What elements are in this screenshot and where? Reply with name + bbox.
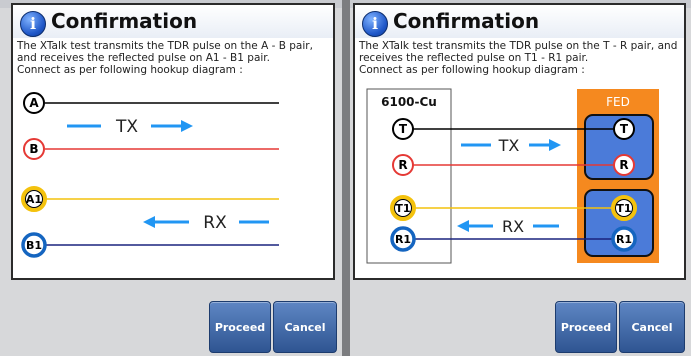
fed-label-r1: R1 <box>616 233 632 246</box>
proceed-button[interactable]: Proceed <box>555 301 617 353</box>
device-6100cu-label: 6100-Cu <box>381 95 437 109</box>
fed-label-t1: T1 <box>616 202 631 215</box>
label-b1: B1 <box>26 239 42 252</box>
info-icon: i <box>20 11 46 37</box>
rx-label: RX <box>502 217 524 236</box>
tx-arrow-head <box>181 120 193 132</box>
dialog-title: Confirmation <box>393 9 540 33</box>
left-panel: i Confirmation The XTalk test transmits … <box>0 0 342 356</box>
cancel-button[interactable]: Cancel <box>619 301 685 353</box>
tx-label: TX <box>115 117 138 137</box>
hookup-diagram: 6100-Cu FED T R T1 R1 T R T1 R1 TX RX <box>359 87 680 269</box>
dialog-header: i Confirmation <box>13 5 333 38</box>
fed-label-r: R <box>619 158 628 172</box>
dialog-body: The XTalk test transmits the TDR pulse o… <box>359 40 680 76</box>
dialog-instruction: Connect as per following hookup diagram … <box>359 64 585 76</box>
proceed-button[interactable]: Proceed <box>209 301 271 353</box>
fed-label: FED <box>606 95 630 109</box>
label-b: B <box>29 142 38 156</box>
tx-label: TX <box>498 136 520 155</box>
dialog-header: i Confirmation <box>355 5 684 38</box>
rx-label: RX <box>203 213 227 233</box>
fed-label-t: T <box>620 122 629 136</box>
label-a1: A1 <box>26 193 42 206</box>
rx-arrow-head <box>143 216 155 228</box>
label-r1: R1 <box>395 233 411 246</box>
hookup-diagram: A B A1 B1 TX RX <box>17 87 329 269</box>
label-t1: T1 <box>395 202 410 215</box>
dialog-description: The XTalk test transmits the TDR pulse o… <box>17 40 313 64</box>
confirmation-dialog: i Confirmation The XTalk test transmits … <box>353 3 686 280</box>
dialog-description: The XTalk test transmits the TDR pulse o… <box>359 40 678 64</box>
dialog-title: Confirmation <box>51 9 198 33</box>
cancel-button[interactable]: Cancel <box>273 301 337 353</box>
label-t: T <box>399 122 408 136</box>
label-r: R <box>398 158 407 172</box>
right-panel: i Confirmation The XTalk test transmits … <box>350 0 691 356</box>
label-a: A <box>29 96 39 110</box>
dialog-instruction: Connect as per following hookup diagram … <box>17 64 243 76</box>
tx-arrow-head <box>549 139 561 151</box>
panel-divider <box>342 0 350 356</box>
rx-arrow-head <box>457 220 469 232</box>
confirmation-dialog: i Confirmation The XTalk test transmits … <box>11 3 335 280</box>
info-icon: i <box>362 11 388 37</box>
dialog-body: The XTalk test transmits the TDR pulse o… <box>17 40 329 76</box>
hookup-diagram-svg: 6100-Cu FED T R T1 R1 T R T1 R1 TX RX <box>366 88 659 264</box>
hookup-diagram-svg: A B A1 B1 TX RX <box>21 92 279 258</box>
